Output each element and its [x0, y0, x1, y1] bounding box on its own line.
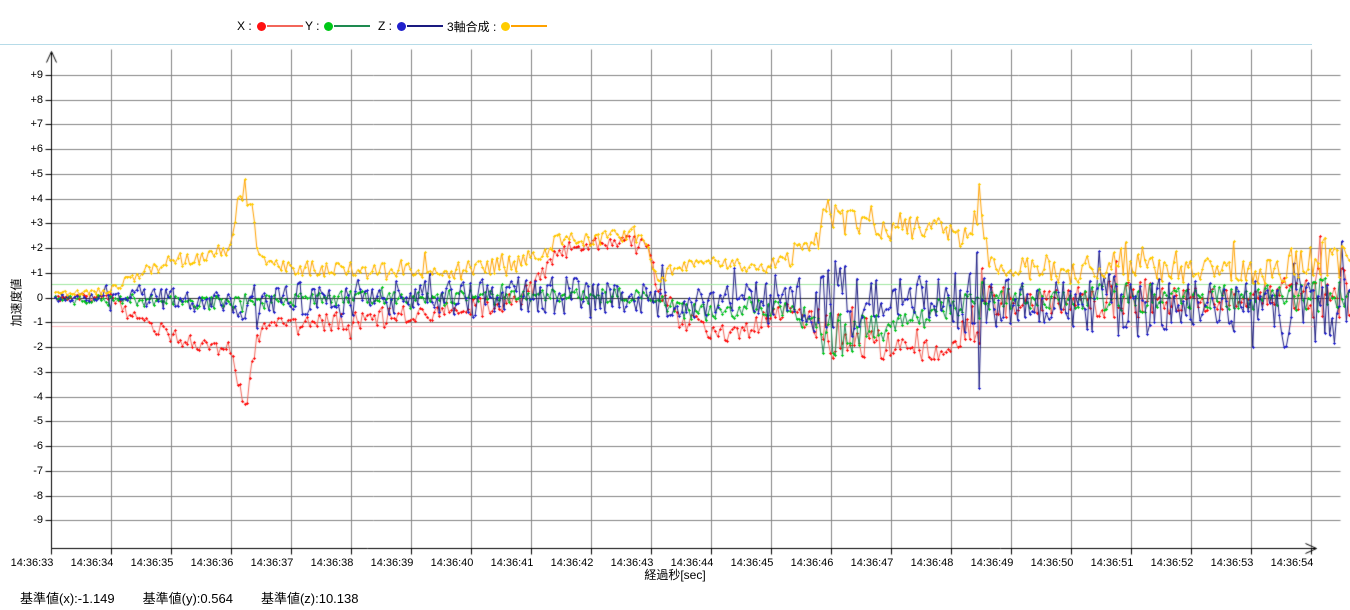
- legend-marker-y-icon: [324, 22, 333, 31]
- x-tick-label: 14:36:36: [180, 557, 244, 570]
- legend-line-x-icon: [267, 25, 303, 27]
- x-tick-label: 14:36:54: [1260, 557, 1324, 570]
- x-tick-label: 14:36:35: [120, 557, 184, 570]
- baseline-y-value: 基準値(y):0.564: [143, 591, 233, 606]
- x-tick-label: 14:36:50: [1020, 557, 1084, 570]
- y-tick-label: -8: [10, 490, 43, 502]
- y-tick-label: +8: [10, 94, 43, 106]
- y-tick-label: -7: [10, 465, 43, 477]
- legend-line-composite-icon: [511, 25, 547, 27]
- legend-item-label: X :: [237, 19, 252, 33]
- y-tick-label: -5: [10, 415, 43, 427]
- y-tick-label: +6: [10, 143, 43, 155]
- legend-item-composite: 3軸合成 :: [447, 18, 547, 34]
- y-tick-label: -3: [10, 366, 43, 378]
- legend-item-label: Y :: [305, 19, 319, 33]
- x-tick-label: 14:36:52: [1140, 557, 1204, 570]
- y-tick-label: +4: [10, 193, 43, 205]
- x-tick-label: 14:36:42: [540, 557, 604, 570]
- y-tick-label: -6: [10, 440, 43, 452]
- chart-legend: X : Y : Z : 3軸合成 :: [0, 14, 1350, 42]
- legend-line-z-icon: [407, 25, 443, 27]
- y-tick-label: +2: [10, 242, 43, 254]
- baseline-z-value: 基準値(z):10.138: [261, 591, 359, 606]
- legend-marker-z-icon: [397, 22, 406, 31]
- legend-marker-composite-icon: [501, 22, 510, 31]
- baseline-values-footer: 基準値(x):-1.149 基準値(y):0.564 基準値(z):10.138: [20, 588, 387, 607]
- x-tick-label: 14:36:34: [60, 557, 124, 570]
- legend-item-y: Y :: [305, 18, 370, 34]
- y-tick-label: 0: [10, 292, 43, 304]
- legend-item-z: Z :: [378, 18, 443, 34]
- y-tick-label: +1: [10, 267, 43, 279]
- acceleration-chart-window: X :Y :Z :3軸合成 : 加速度値 +9+8+7+6+5+4+3+2+10…: [0, 0, 1350, 610]
- x-tick-label: 14:36:33: [0, 557, 64, 570]
- x-tick-label: 14:36:51: [1080, 557, 1144, 570]
- chart-plot-canvas: [0, 0, 1350, 610]
- x-tick-label: 14:36:37: [240, 557, 304, 570]
- baseline-x-value: 基準値(x):-1.149: [20, 591, 115, 606]
- y-tick-label: -9: [10, 514, 43, 526]
- x-tick-label: 14:36:49: [960, 557, 1024, 570]
- y-tick-label: +5: [10, 168, 43, 180]
- legend-line-y-icon: [334, 25, 370, 27]
- legend-separator-line: [0, 44, 1312, 45]
- x-tick-label: 14:36:38: [300, 557, 364, 570]
- y-tick-label: -2: [10, 341, 43, 353]
- y-tick-label: +7: [10, 118, 43, 130]
- x-tick-label: 14:36:40: [420, 557, 484, 570]
- legend-item-label: 3軸合成 :: [447, 18, 496, 35]
- x-tick-label: 14:36:48: [900, 557, 964, 570]
- x-tick-label: 14:36:47: [840, 557, 904, 570]
- x-tick-label: 14:36:53: [1200, 557, 1264, 570]
- legend-item-label: Z :: [378, 19, 392, 33]
- y-tick-label: +9: [10, 69, 43, 81]
- y-tick-label: +3: [10, 217, 43, 229]
- x-axis-title: 経過秒[sec]: [600, 566, 750, 583]
- x-tick-label: 14:36:39: [360, 557, 424, 570]
- y-tick-label: -1: [10, 316, 43, 328]
- y-tick-label: -4: [10, 391, 43, 403]
- x-tick-label: 14:36:46: [780, 557, 844, 570]
- x-tick-label: 14:36:41: [480, 557, 544, 570]
- legend-marker-x-icon: [257, 22, 266, 31]
- legend-item-x: X :: [237, 18, 303, 34]
